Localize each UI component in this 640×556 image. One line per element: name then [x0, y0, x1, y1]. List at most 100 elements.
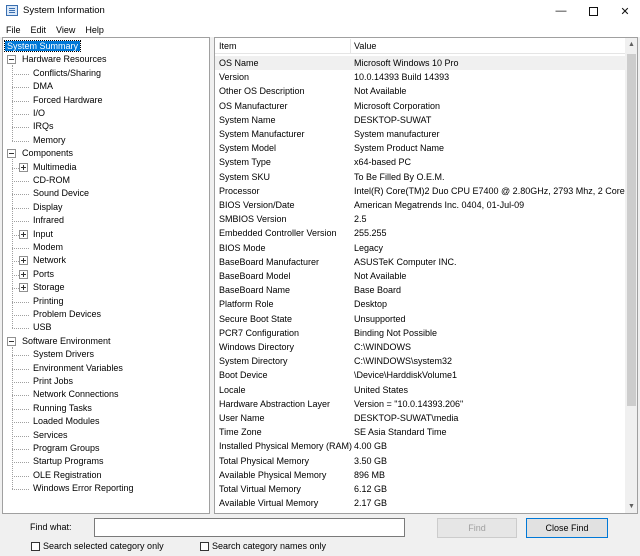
scroll-down-icon[interactable]: ▼	[625, 500, 637, 513]
table-row[interactable]: Installed Physical Memory (RAM) 4.00 GB	[215, 439, 625, 453]
table-row[interactable]: Other OS Description Not Available	[215, 84, 625, 98]
table-row[interactable]: System Type x64-based PC	[215, 155, 625, 169]
row-value: Version = "10.0.14393.206"	[354, 398, 464, 409]
menu-edit[interactable]: Edit	[26, 25, 52, 35]
tree-item[interactable]: System Summary	[3, 40, 82, 53]
tree-item[interactable]: Sound Device	[31, 187, 91, 200]
table-row[interactable]: System Directory C:\WINDOWS\system32	[215, 354, 625, 368]
table-row[interactable]: Locale United States	[215, 383, 625, 397]
expand-icon[interactable]	[19, 283, 28, 293]
table-row[interactable]: Processor Intel(R) Core(TM)2 Duo CPU E740…	[215, 184, 625, 198]
tree-item[interactable]: Services	[31, 429, 70, 442]
table-row[interactable]: Hardware Abstraction Layer Version = "10.…	[215, 397, 625, 411]
tree-item[interactable]: Input	[31, 228, 55, 241]
table-row[interactable]: BaseBoard Model Not Available	[215, 269, 625, 283]
collapse-icon[interactable]	[7, 336, 16, 346]
expand-icon[interactable]	[19, 256, 28, 266]
tree-item[interactable]: Modem	[31, 241, 65, 254]
vertical-scrollbar[interactable]: ▲ ▼	[625, 38, 637, 513]
table-row[interactable]: Available Physical Memory 896 MB	[215, 468, 625, 482]
expand-icon[interactable]	[19, 162, 28, 172]
tree-item[interactable]: DMA	[31, 80, 55, 93]
category-tree[interactable]: System Summary Hardware Resources Conflict…	[2, 37, 210, 514]
tree-item[interactable]: Network	[31, 254, 68, 267]
menu-file[interactable]: File	[0, 25, 26, 35]
row-item: Hardware Abstraction Layer	[219, 398, 331, 409]
tree-item[interactable]: OLE Registration	[31, 469, 104, 482]
tree-connector	[12, 159, 13, 329]
table-row[interactable]: Total Physical Memory 3.50 GB	[215, 454, 625, 468]
table-row[interactable]: BIOS Mode Legacy	[215, 241, 625, 255]
tree-item[interactable]: IRQs	[31, 120, 56, 133]
tree-item[interactable]: Loaded Modules	[31, 415, 102, 428]
tree-item[interactable]: Conflicts/Sharing	[31, 67, 103, 80]
tree-item[interactable]: I/O	[31, 107, 47, 120]
checkbox-box[interactable]	[200, 541, 209, 551]
tree-item[interactable]: Storage	[31, 281, 67, 294]
tree-item[interactable]: Problem Devices	[31, 308, 103, 321]
table-row[interactable]: BaseBoard Manufacturer ASUSTeK Computer I…	[215, 255, 625, 269]
tree-item[interactable]: Infrared	[31, 214, 66, 227]
table-row[interactable]: Time Zone SE Asia Standard Time	[215, 425, 625, 439]
checkbox-box[interactable]	[31, 541, 40, 551]
find-what-input[interactable]	[94, 518, 405, 537]
column-header-value[interactable]: Value	[350, 38, 625, 54]
search-selected-category-checkbox[interactable]: Search selected category only	[31, 541, 164, 551]
expand-icon[interactable]	[19, 269, 28, 279]
table-row[interactable]: BaseBoard Name Base Board	[215, 283, 625, 297]
table-row[interactable]: Embedded Controller Version 255.255	[215, 226, 625, 240]
expand-icon[interactable]	[19, 229, 28, 239]
table-row[interactable]: Version 10.0.14393 Build 14393	[215, 70, 625, 84]
close-find-button[interactable]: Close Find	[526, 518, 608, 538]
tree-item[interactable]: Running Tasks	[31, 402, 94, 415]
tree-item[interactable]: Network Connections	[31, 388, 121, 401]
table-row[interactable]: SMBIOS Version 2.5	[215, 212, 625, 226]
menu-view[interactable]: View	[51, 25, 80, 35]
tree-item[interactable]: Components	[20, 147, 75, 160]
tree-item[interactable]: Program Groups	[31, 442, 102, 455]
close-button[interactable]: ✕	[610, 0, 640, 22]
table-row[interactable]: OS Name Microsoft Windows 10 Pro	[215, 56, 625, 71]
table-row[interactable]: OS Manufacturer Microsoft Corporation	[215, 99, 625, 113]
column-header-item[interactable]: Item	[215, 38, 350, 54]
tree-connector	[12, 315, 29, 316]
tree-item[interactable]: Printing	[31, 295, 66, 308]
table-row[interactable]: Windows Directory C:\WINDOWS	[215, 340, 625, 354]
table-row[interactable]: User Name DESKTOP-SUWAT\media	[215, 411, 625, 425]
tree-item[interactable]: Print Jobs	[31, 375, 75, 388]
scroll-up-icon[interactable]: ▲	[625, 38, 637, 51]
tree-item[interactable]: Display	[31, 201, 65, 214]
table-row[interactable]: System Model System Product Name	[215, 141, 625, 155]
tree-item[interactable]: Software Environment	[20, 335, 113, 348]
tree-item[interactable]: Multimedia	[31, 161, 79, 174]
find-button[interactable]: Find	[437, 518, 517, 538]
table-row[interactable]: Platform Role Desktop	[215, 297, 625, 311]
tree-item[interactable]: Startup Programs	[31, 455, 106, 468]
maximize-button[interactable]	[578, 0, 608, 22]
table-row[interactable]: PCR7 Configuration Binding Not Possible	[215, 326, 625, 340]
table-row[interactable]: Boot Device \Device\HarddiskVolume1	[215, 368, 625, 382]
table-row[interactable]: Available Virtual Memory 2.17 GB	[215, 496, 625, 510]
tree-item[interactable]: Ports	[31, 268, 56, 281]
tree-item[interactable]: Memory	[31, 134, 68, 147]
tree-item[interactable]: System Drivers	[31, 348, 96, 361]
minimize-button[interactable]: —	[546, 0, 576, 22]
details-list[interactable]: Item Value OS Name Microsoft Windows 10 P…	[214, 37, 638, 514]
table-row[interactable]: BIOS Version/Date American Megatrends Inc…	[215, 198, 625, 212]
collapse-icon[interactable]	[7, 55, 16, 65]
table-row[interactable]: Total Virtual Memory 6.12 GB	[215, 482, 625, 496]
table-row[interactable]: Secure Boot State Unsupported	[215, 312, 625, 326]
tree-item[interactable]: CD-ROM	[31, 174, 72, 187]
tree-item[interactable]: Environment Variables	[31, 362, 125, 375]
tree-item[interactable]: USB	[31, 321, 54, 334]
table-row[interactable]: System Name DESKTOP-SUWAT	[215, 113, 625, 127]
table-row[interactable]: System SKU To Be Filled By O.E.M.	[215, 170, 625, 184]
table-row[interactable]: System Manufacturer System manufacturer	[215, 127, 625, 141]
tree-item[interactable]: Hardware Resources	[20, 53, 109, 66]
collapse-icon[interactable]	[7, 149, 16, 159]
search-category-names-checkbox[interactable]: Search category names only	[200, 541, 326, 551]
tree-item[interactable]: Windows Error Reporting	[31, 482, 136, 495]
tree-item[interactable]: Forced Hardware	[31, 94, 105, 107]
menu-help[interactable]: Help	[80, 25, 109, 35]
scroll-thumb[interactable]	[627, 54, 636, 406]
